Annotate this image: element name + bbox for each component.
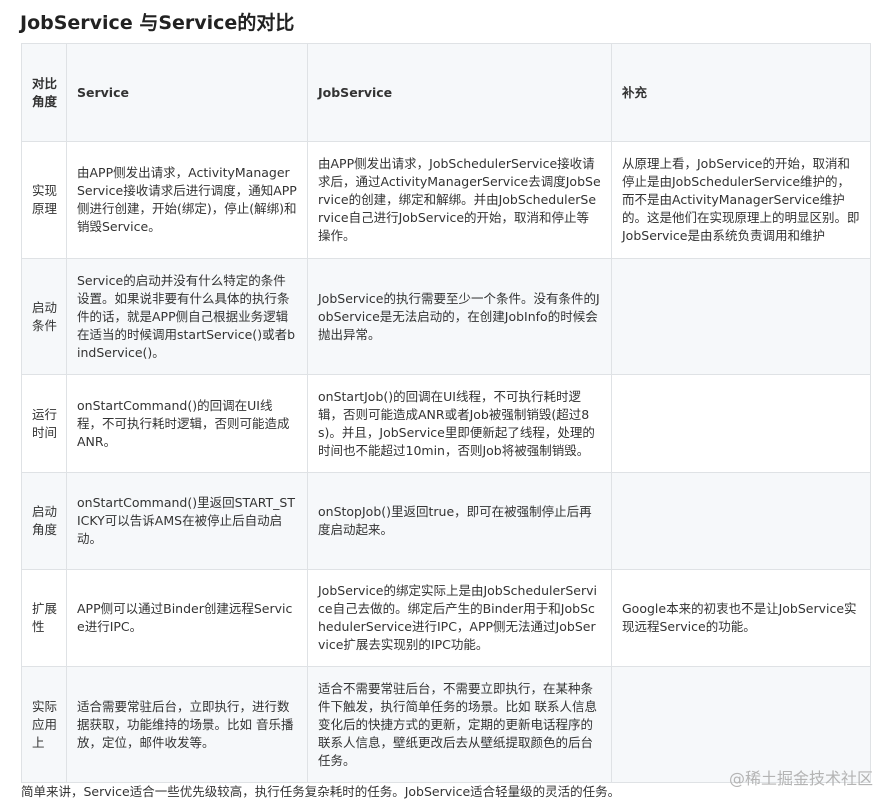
row-notes-cell: Google本来的初衷也不是让JobService实现远程Service的功能。 [611, 569, 871, 667]
row-dimension: 实现原理 [21, 141, 67, 259]
header-notes: 补充 [611, 43, 871, 142]
table-row: 实现原理 由APP侧发出请求，ActivityManagerService接收请… [21, 141, 871, 259]
row-service-cell: onStartCommand()里返回START_STICKY可以告诉AMS在被… [66, 472, 308, 570]
row-dimension: 运行时间 [21, 374, 67, 473]
table-row: 启动条件 Service的启动并没有什么特定的条件设置。如果说非要有什么具体的执… [21, 258, 871, 375]
row-jobservice-cell: JobService的执行需要至少一个条件。没有条件的JobService是无法… [307, 258, 612, 375]
header-dimension: 对比角度 [21, 43, 67, 142]
row-jobservice-cell: 由APP侧发出请求，JobSchedulerService接收请求后，通过Act… [307, 141, 612, 259]
watermark: @稀土掘金技术社区 [728, 769, 873, 788]
row-jobservice-cell: 适合不需要常驻后台，不需要立即执行，在某种条件下触发，执行简单任务的场景。比如 … [307, 666, 612, 783]
page-title: JobService 与Service的对比 [20, 12, 295, 34]
header-jobservice: JobService [307, 43, 612, 142]
header-service: Service [66, 43, 308, 142]
row-notes-cell: 从原理上看，JobService的开始，取消和停止是由JobSchedulerS… [611, 141, 871, 259]
row-dimension: 扩展性 [21, 569, 67, 667]
row-dimension: 启动条件 [21, 258, 67, 375]
row-notes-cell [611, 472, 871, 570]
table-row: 运行时间 onStartCommand()的回调在UI线程，不可执行耗时逻辑，否… [21, 374, 871, 473]
table-row: 启动角度 onStartCommand()里返回START_STICKY可以告诉… [21, 472, 871, 570]
row-dimension: 启动角度 [21, 472, 67, 570]
row-notes-cell [611, 258, 871, 375]
table-header-row: 对比角度 Service JobService 补充 [21, 43, 871, 142]
row-notes-cell [611, 374, 871, 473]
row-service-cell: 由APP侧发出请求，ActivityManagerService接收请求后进行调… [66, 141, 308, 259]
row-jobservice-cell: onStopJob()里返回true，即可在被强制停止后再度启动起来。 [307, 472, 612, 570]
row-service-cell: Service的启动并没有什么特定的条件设置。如果说非要有什么具体的执行条件的话… [66, 258, 308, 375]
row-jobservice-cell: onStartJob()的回调在UI线程，不可执行耗时逻辑，否则可能造成ANR或… [307, 374, 612, 473]
row-dimension: 实际应用上 [21, 666, 67, 783]
comparison-table: 对比角度 Service JobService 补充 实现原理 由APP侧发出请… [21, 43, 871, 783]
row-service-cell: APP侧可以通过Binder创建远程Service进行IPC。 [66, 569, 308, 667]
table-row: 扩展性 APP侧可以通过Binder创建远程Service进行IPC。 JobS… [21, 569, 871, 667]
row-service-cell: 适合需要常驻后台，立即执行，进行数据获取，功能维持的场景。比如 音乐播放，定位，… [66, 666, 308, 783]
row-jobservice-cell: JobService的绑定实际上是由JobSchedulerService自己去… [307, 569, 612, 667]
summary-text: 简单来讲，Service适合一些优先级较高，执行任务复杂耗时的任务。JobSer… [21, 784, 621, 799]
row-service-cell: onStartCommand()的回调在UI线程，不可执行耗时逻辑，否则可能造成… [66, 374, 308, 473]
